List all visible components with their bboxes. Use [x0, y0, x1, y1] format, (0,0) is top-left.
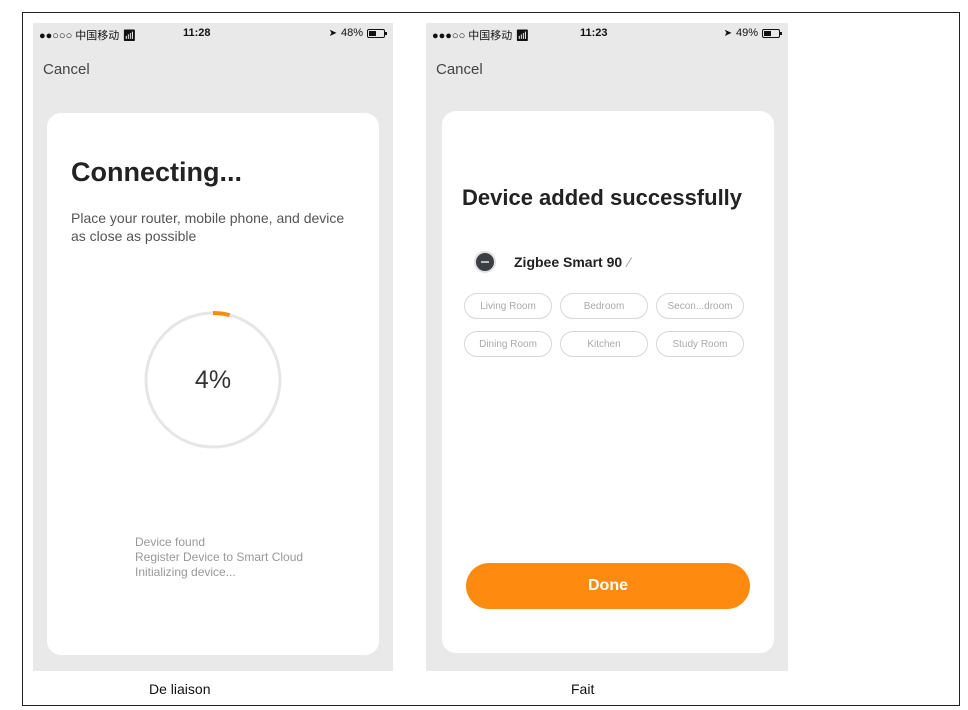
- progress-ring: 4%: [142, 309, 284, 451]
- status-time: 11:28: [183, 27, 211, 39]
- connecting-card: Connecting... Place your router, mobile …: [47, 113, 379, 655]
- success-card: Device added successfully Zigbee Smart 9…: [442, 111, 774, 653]
- room-chip-dining-room[interactable]: Dining Room: [464, 331, 552, 357]
- page-title: Connecting...: [71, 157, 242, 187]
- phone-screen-connecting: ●●○○○ 中国移动 📶︎ 11:28 ➤ 48% Cancel Connect…: [33, 23, 393, 671]
- status-bar: ●●●○○ 中国移动 📶︎ 11:23 ➤ 49%: [426, 23, 788, 45]
- step-item: Device found: [135, 535, 206, 549]
- cancel-button[interactable]: Cancel: [436, 61, 483, 78]
- document-frame: ●●○○○ 中国移动 📶︎ 11:28 ➤ 48% Cancel Connect…: [22, 12, 960, 706]
- device-name: Zigbee Smart 90: [514, 254, 623, 270]
- cancel-button[interactable]: Cancel: [43, 61, 90, 78]
- room-selector: Living Room Bedroom Secon...droom Dining…: [464, 293, 760, 357]
- step-item: Initializing device...: [135, 565, 236, 579]
- connection-steps: Device found Register Device to Smart Cl…: [135, 535, 303, 580]
- room-chip-study-room[interactable]: Study Room: [656, 331, 744, 357]
- room-chip-living-room[interactable]: Living Room: [464, 293, 552, 319]
- caption-done: Fait: [571, 681, 595, 697]
- status-bar: ●●○○○ 中国移动 📶︎ 11:28 ➤ 48%: [33, 23, 393, 45]
- wifi-icon: 📶︎: [515, 30, 530, 42]
- page-title: Device added successfully: [462, 185, 743, 210]
- connecting-hint: Place your router, mobile phone, and dev…: [71, 210, 345, 244]
- carrier-label: ●●○○○ 中国移动 📶︎: [39, 30, 137, 42]
- done-button[interactable]: Done: [466, 563, 750, 609]
- phone-screen-success: ●●●○○ 中国移动 📶︎ 11:23 ➤ 49% Cancel Device …: [426, 23, 788, 671]
- battery-icon: [762, 28, 782, 38]
- battery-group: ➤ 48%: [328, 27, 387, 39]
- carrier-label: ●●●○○ 中国移动 📶︎: [432, 30, 530, 42]
- location-arrow-icon: ➤: [723, 27, 732, 39]
- room-chip-bedroom[interactable]: Bedroom: [560, 293, 648, 319]
- room-chip-second-bedroom[interactable]: Secon...droom: [656, 293, 744, 319]
- room-chip-kitchen[interactable]: Kitchen: [560, 331, 648, 357]
- device-thermostat-icon: [474, 251, 496, 273]
- pencil-icon[interactable]: ∕: [628, 254, 630, 270]
- status-time: 11:23: [580, 27, 608, 39]
- step-item: Register Device to Smart Cloud: [135, 550, 304, 564]
- caption-connecting: De liaison: [149, 681, 211, 697]
- location-arrow-icon: ➤: [328, 27, 337, 39]
- battery-group: ➤ 49%: [723, 27, 782, 39]
- battery-percent: 49%: [735, 27, 758, 39]
- progress-percent: 4%: [194, 365, 232, 394]
- battery-icon: [367, 28, 387, 38]
- battery-percent: 48%: [340, 27, 363, 39]
- wifi-icon: 📶︎: [122, 30, 137, 42]
- device-row: Zigbee Smart 90 ∕: [474, 251, 631, 273]
